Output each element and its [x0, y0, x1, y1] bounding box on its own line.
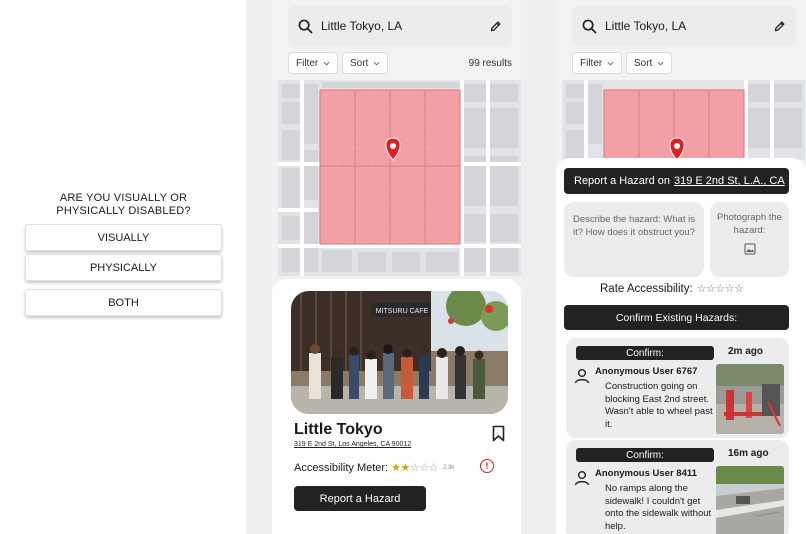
chevron-down-icon	[323, 61, 330, 65]
storefront-sign: MITSURU CAFE	[376, 308, 429, 315]
hazard-time: 2m ago	[728, 346, 764, 357]
disability-question-screen: ARE YOU VISUALLY OR PHYSICALLY DISABLED?…	[0, 0, 246, 534]
photo-prompt: Photograph the hazard:	[717, 212, 782, 236]
review-count: 2.3k	[442, 464, 455, 471]
place-name: Little Tokyo	[294, 421, 383, 438]
rating-input-stars[interactable]: ☆☆☆☆☆	[697, 282, 744, 295]
confirm-button[interactable]: Confirm:	[576, 448, 714, 462]
hazard-photo[interactable]	[716, 466, 784, 534]
chevron-down-icon	[607, 61, 614, 65]
search-icon	[582, 19, 597, 33]
image-icon	[744, 243, 755, 255]
rating-stars: ★★☆☆☆	[391, 462, 438, 474]
sort-label: Sort	[634, 57, 653, 69]
question-title: ARE YOU VISUALLY OR PHYSICALLY DISABLED?	[56, 192, 191, 217]
meter-label: Accessibility Meter:	[294, 461, 389, 474]
confirm-hazards-header: Confirm Existing Hazards:	[564, 305, 789, 330]
hazard-text: No ramps along the sidewalk! I couldn't …	[605, 483, 712, 532]
rate-label: Rate Accessibility:	[600, 282, 693, 295]
hazard-time: 16m ago	[728, 448, 769, 459]
report-hazard-button[interactable]: Report a Hazard	[294, 486, 426, 511]
chevron-down-icon	[373, 61, 380, 65]
report-hazard-screen: Little Tokyo, LA Filter Sort Report a Ha…	[556, 0, 806, 534]
map-view[interactable]	[278, 80, 521, 276]
report-panel: Report a Hazard on 319 E 2nd St, L.A., C…	[556, 158, 806, 534]
search-location: Little Tokyo, LA	[605, 19, 687, 33]
hazard-report-card: Confirm: 16m ago Anonymous User 8411 No …	[566, 440, 789, 534]
confirm-button[interactable]: Confirm:	[576, 346, 714, 360]
rate-accessibility: Rate Accessibility: ☆☆☆☆☆	[600, 282, 744, 296]
edit-pencil-icon[interactable]	[773, 20, 786, 33]
place-detail-screen: Little Tokyo, LA Filter Sort 99 results	[272, 0, 521, 534]
alert-icon[interactable]: !	[480, 459, 494, 473]
filter-label: Filter	[580, 57, 603, 69]
option-physically-button[interactable]: PHYSICALLY	[25, 254, 222, 281]
sort-dropdown[interactable]: Sort	[626, 52, 673, 74]
sort-label: Sort	[350, 57, 369, 69]
user-icon	[574, 369, 590, 384]
option-visually-button[interactable]: VISUALLY	[25, 224, 222, 251]
street-map	[278, 80, 521, 276]
filter-label: Filter	[296, 57, 319, 69]
hazard-user: Anonymous User 8411	[595, 468, 697, 479]
report-hazard-title: Report a Hazard on 319 E 2nd St, L.A., C…	[564, 168, 789, 194]
report-title-prefix: Report a Hazard on	[574, 175, 670, 187]
hazard-photo[interactable]	[716, 364, 784, 434]
photograph-hazard-button[interactable]: Photograph the hazard:	[710, 202, 789, 277]
search-icon	[298, 19, 313, 33]
chevron-down-icon	[657, 61, 664, 65]
bookmark-icon[interactable]	[492, 425, 505, 442]
filter-dropdown[interactable]: Filter	[288, 52, 339, 74]
search-bar[interactable]: Little Tokyo, LA	[288, 6, 512, 46]
search-location: Little Tokyo, LA	[321, 19, 403, 33]
results-count: 99 results	[468, 58, 512, 69]
hazard-report-card: Confirm: 2m ago Anonymous User 6767 Cons…	[566, 338, 789, 438]
hazard-text: Construction going on blocking East 2nd …	[605, 381, 713, 430]
place-address[interactable]: 319 E 2nd St, Los Angeles, CA 90012	[294, 441, 411, 448]
report-address[interactable]: 319 E 2nd St, L.A., CA	[674, 175, 785, 187]
accessibility-meter: Accessibility Meter: ★★☆☆☆ 2.3k	[294, 461, 455, 475]
sort-dropdown[interactable]: Sort	[342, 52, 389, 74]
edit-pencil-icon[interactable]	[489, 20, 502, 33]
user-icon	[574, 471, 590, 486]
hazard-user: Anonymous User 6767	[595, 366, 698, 377]
hazard-zone	[319, 89, 461, 245]
map-view[interactable]	[562, 80, 805, 160]
place-card: MITSURU CAFE Little Tokyo 319 E 2nd St, …	[272, 279, 521, 534]
hazard-description-input[interactable]: Describe the hazard: What is it? How doe…	[564, 202, 704, 277]
filter-dropdown[interactable]: Filter	[572, 52, 623, 74]
search-bar[interactable]: Little Tokyo, LA	[572, 6, 796, 46]
option-both-button[interactable]: BOTH	[25, 289, 222, 316]
street-map	[562, 80, 805, 160]
place-photo: MITSURU CAFE	[291, 291, 508, 414]
